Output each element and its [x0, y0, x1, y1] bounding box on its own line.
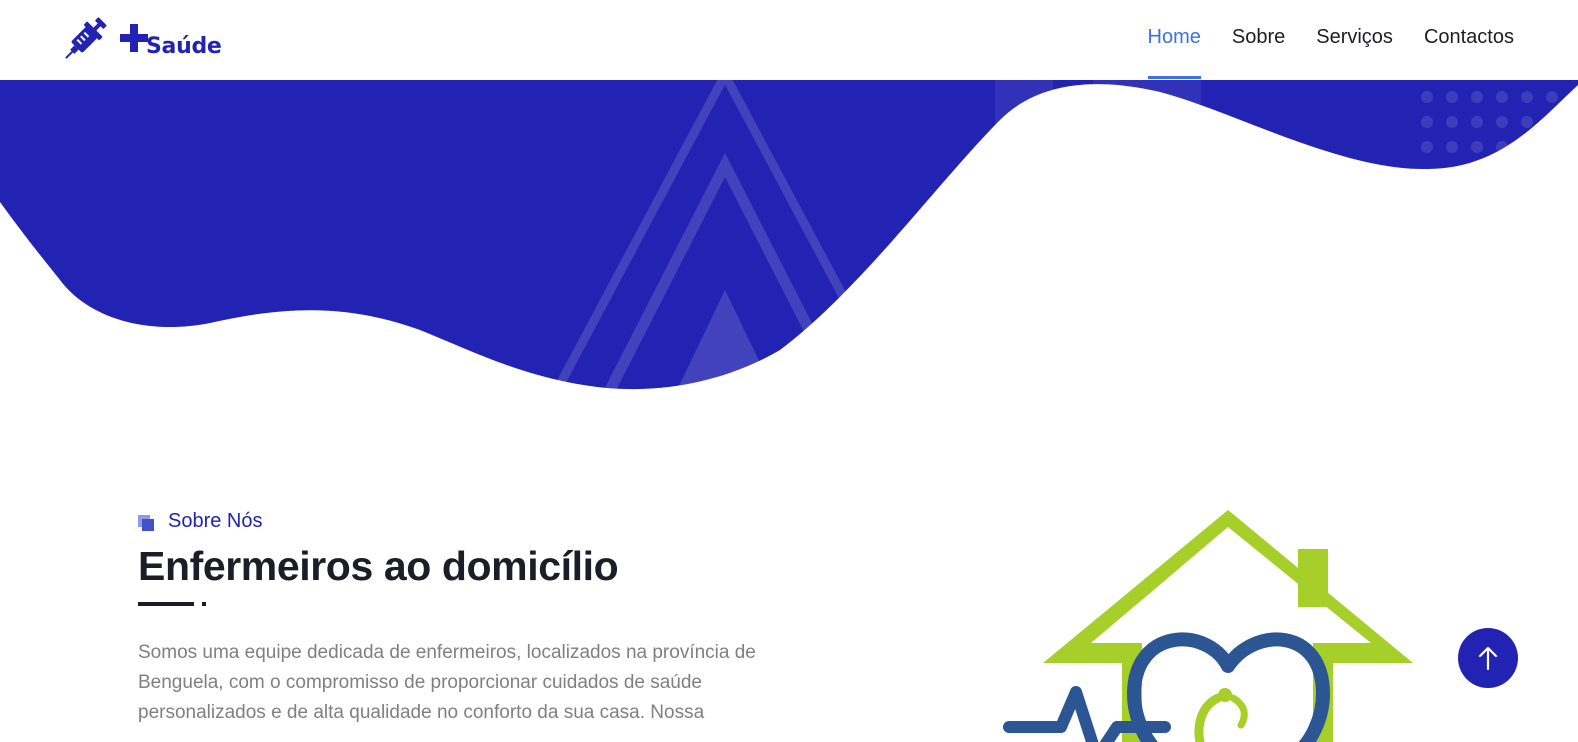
home-care-heart-logo — [1003, 510, 1413, 742]
logo[interactable]: Saúde — [58, 10, 222, 66]
title-underline — [138, 602, 778, 606]
nav-contactos[interactable]: Contactos — [1424, 26, 1514, 80]
about-section: Sobre Nós Enfermeiros ao domicílio Somos… — [138, 510, 778, 728]
squares-icon — [138, 513, 156, 531]
section-eyebrow: Sobre Nós — [138, 510, 778, 533]
eyebrow-label: Sobre Nós — [168, 510, 263, 532]
back-to-top-button[interactable] — [1458, 628, 1518, 688]
about-description: Somos uma equipe dedicada de enfermeiros… — [138, 642, 756, 723]
syringe-icon — [65, 17, 107, 59]
main-nav: Home Sobre Serviços Contactos — [1147, 26, 1514, 80]
hero-ghost-shapes — [995, 80, 1201, 140]
nav-servicos[interactable]: Serviços — [1316, 26, 1393, 80]
logo-text: Saúde — [146, 34, 222, 59]
plus-icon — [120, 24, 148, 52]
nav-sobre[interactable]: Sobre — [1232, 26, 1285, 80]
hero-wave — [0, 80, 1578, 393]
about-title: Enfermeiros ao domicílio — [138, 543, 619, 589]
arrow-up-icon — [1478, 646, 1498, 671]
navbar: Saúde Home Sobre Serviços Contactos — [0, 0, 1578, 80]
nav-home[interactable]: Home — [1147, 26, 1202, 80]
